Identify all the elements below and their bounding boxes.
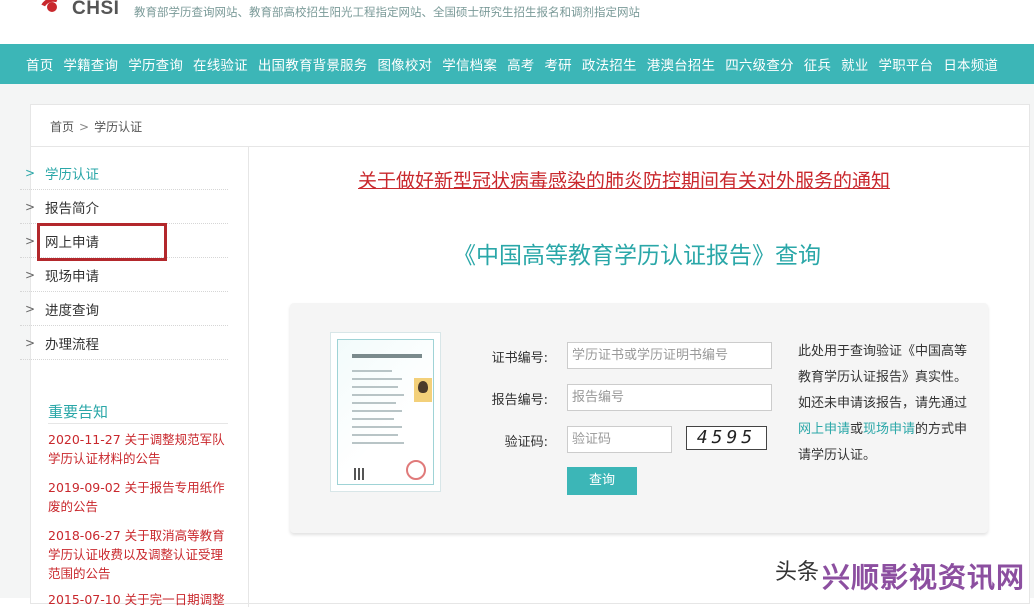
notices-heading: 重要告知 <box>48 403 109 421</box>
sidebar-item-label: 办理流程 <box>45 336 99 353</box>
sidebar-item-progress-query[interactable]: > 进度查询 <box>20 292 228 326</box>
nav-item-hmt-admission[interactable]: 港澳台招生 <box>647 54 716 74</box>
toutiao-watermark: 头条 <box>775 560 820 585</box>
captcha-input[interactable] <box>567 426 672 453</box>
main-nav: 首页 学籍查询 学历查询 在线验证 出国教育背景服务 图像校对 学信档案 高考 … <box>0 44 1034 84</box>
chevron-right-icon: > <box>25 267 36 282</box>
sidebar-item-process[interactable]: > 办理流程 <box>20 326 228 360</box>
nav-item-employment[interactable]: 就业 <box>841 54 868 74</box>
sidebar-item-label: 现场申请 <box>45 268 99 285</box>
nav-item-gaokao[interactable]: 高考 <box>507 54 534 74</box>
chevron-right-icon: > <box>25 301 36 316</box>
breadcrumb-home[interactable]: 首页 <box>50 120 74 134</box>
nav-item-image-check[interactable]: 图像校对 <box>377 54 432 74</box>
report-number-input[interactable] <box>567 384 772 411</box>
nav-item-cet-score[interactable]: 四六级查分 <box>725 54 794 74</box>
site-watermark: 兴顺影视资讯网 <box>822 561 1026 594</box>
nav-item-home[interactable]: 首页 <box>26 54 53 74</box>
report-number-label: 报告编号: <box>491 393 548 408</box>
cert-number-label: 证书编号: <box>491 351 548 366</box>
covid-notice-link[interactable]: 关于做好新型冠状病毒感染的肺炎防控期间有关对外服务的通知 <box>358 166 890 193</box>
highlight-box <box>37 223 167 261</box>
nav-item-online-verify[interactable]: 在线验证 <box>193 54 248 74</box>
certificate-sample-image <box>330 332 441 492</box>
photo-icon <box>414 378 432 402</box>
captcha-image[interactable]: 4595 <box>686 426 767 450</box>
sidebar-item-onsite-apply[interactable]: > 现场申请 <box>20 258 228 292</box>
sidebar-item-report-intro[interactable]: > 报告简介 <box>20 190 228 224</box>
nav-item-japan-channel[interactable]: 日本频道 <box>943 54 998 74</box>
captcha-label: 验证码: <box>504 435 548 450</box>
chsi-logo[interactable]: CHSI <box>37 0 120 22</box>
notice-link[interactable]: 2019-09-02 关于报告专用纸作废的公告 <box>48 478 232 516</box>
nav-item-degree-query[interactable]: 学历查询 <box>128 54 183 74</box>
query-description: 此处用于查询验证《中国高等教育学历认证报告》真实性。如还未申请该报告，请先通过网… <box>798 339 973 469</box>
notice-link[interactable]: 2018-06-27 关于取消高等教育学历认证收费以及调整认证受理范围的公告 <box>48 526 232 583</box>
seal-icon <box>406 460 426 480</box>
sidebar-item-label: 学历认证 <box>45 166 99 183</box>
nav-item-law-admission[interactable]: 政法招生 <box>582 54 637 74</box>
chevron-right-icon: > <box>25 165 36 180</box>
sidebar-item-label: 进度查询 <box>45 302 99 319</box>
sidebar-item-degree-auth[interactable]: > 学历认证 <box>20 156 228 190</box>
nav-item-archive[interactable]: 学信档案 <box>442 54 497 74</box>
qr-code-icon <box>354 468 366 480</box>
header: CHSI 教育部学历查询网站、教育部高校招生阳光工程指定网站、全国硕士研究生招生… <box>0 0 1034 44</box>
chevron-right-icon: > <box>25 233 36 248</box>
nav-item-kaoyan[interactable]: 考研 <box>544 54 571 74</box>
site-slogan: 教育部学历查询网站、教育部高校招生阳光工程指定网站、全国硕士研究生招生报名和调剂… <box>134 5 640 19</box>
divider <box>48 423 228 424</box>
description-or: 或 <box>850 422 864 437</box>
onsite-apply-link[interactable]: 现场申请 <box>863 422 915 437</box>
online-apply-link[interactable]: 网上申请 <box>798 422 850 437</box>
chevron-right-icon: > <box>25 335 36 350</box>
breadcrumb-separator: > <box>79 120 90 134</box>
notice-link[interactable]: 2015-07-10 关于完一日期调整 <box>48 590 232 609</box>
nav-item-overseas-service[interactable]: 出国教育背景服务 <box>258 54 368 74</box>
sidebar-item-label: 报告简介 <box>45 200 99 217</box>
query-button[interactable]: 查询 <box>567 467 637 495</box>
breadcrumb: 首页 > 学历认证 <box>50 118 142 135</box>
page-title: 《中国高等教育学历认证报告》查询 <box>453 243 821 269</box>
breadcrumb-current: 学历认证 <box>94 120 143 134</box>
description-text: 此处用于查询验证《中国高等教育学历认证报告》真实性。如还未申请该报告，请先通过 <box>798 344 968 411</box>
nav-item-career-platform[interactable]: 学职平台 <box>879 54 934 74</box>
nav-item-student-status[interactable]: 学籍查询 <box>63 54 118 74</box>
notice-link[interactable]: 2020-11-27 关于调整规范军队学历认证材料的公告 <box>48 430 232 468</box>
chevron-right-icon: > <box>25 199 36 214</box>
logo-text: CHSI <box>72 0 120 19</box>
nav-item-conscription[interactable]: 征兵 <box>804 54 831 74</box>
cert-number-input[interactable] <box>567 342 772 369</box>
logo-icon <box>37 0 67 22</box>
